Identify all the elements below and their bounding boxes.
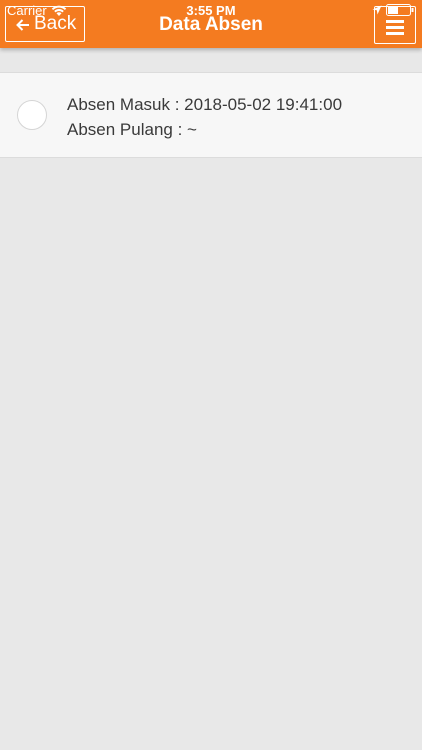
select-radio[interactable]	[17, 100, 47, 130]
screen: Carrier 3:55 PM Back Data Absen Absen Ma…	[0, 0, 422, 750]
absen-list-item[interactable]: Absen Masuk : 2018-05-02 19:41:00 Absen …	[0, 72, 422, 158]
absen-item-text: Absen Masuk : 2018-05-02 19:41:00 Absen …	[67, 92, 342, 142]
absen-masuk-label: Absen Masuk : 2018-05-02 19:41:00	[67, 95, 343, 114]
absen-pulang-label: Absen Pulang : ~	[67, 120, 197, 139]
hamburger-icon	[386, 20, 404, 35]
menu-button[interactable]	[374, 6, 416, 44]
content-area: Absen Masuk : 2018-05-02 19:41:00 Absen …	[0, 48, 422, 750]
navbar: Carrier 3:55 PM Back Data Absen	[0, 0, 422, 48]
page-title: Data Absen	[159, 14, 263, 35]
